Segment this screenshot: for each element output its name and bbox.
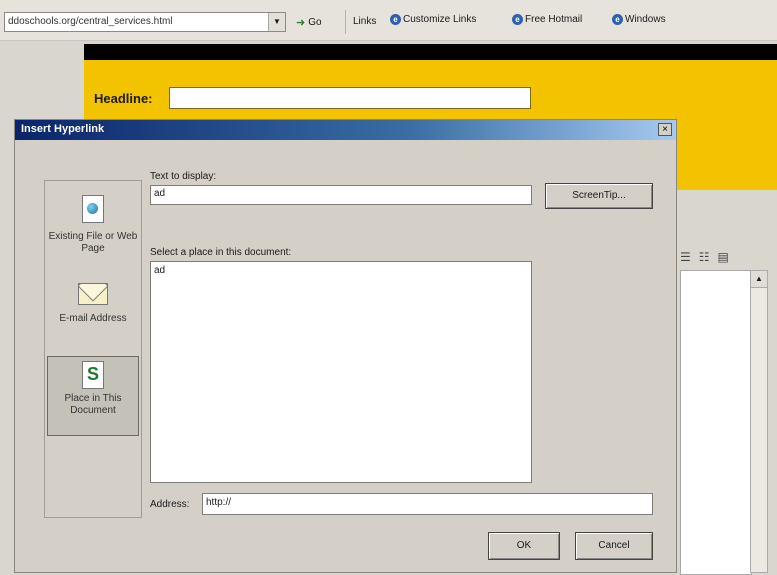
place-in-document-icon: S (82, 361, 104, 389)
numbered-list-icon[interactable]: ☰ (680, 250, 691, 264)
dialog-titlebar[interactable]: Insert Hyperlink × (15, 120, 676, 140)
address-bar[interactable]: ddoschools.org/central_services.html ▼ (4, 12, 286, 32)
cancel-button[interactable]: Cancel (575, 532, 653, 560)
link-customize-links[interactable]: e Customize Links (390, 14, 476, 25)
address-url[interactable]: ddoschools.org/central_services.html (8, 16, 173, 27)
link-to-existing-file[interactable]: Existing File or Web Page (47, 191, 139, 267)
ie-icon: e (512, 14, 523, 25)
close-icon[interactable]: × (658, 123, 672, 136)
place-list-label: Select a place in this document: (150, 247, 292, 258)
address-field-label: Address: (150, 499, 190, 510)
go-arrow-icon: ➜ (296, 16, 306, 29)
go-label: Go (308, 16, 322, 28)
editor-toolbar: ☰ ☷ ▤ (680, 246, 777, 268)
link-to-email-address[interactable]: E-mail Address (47, 279, 139, 355)
link-to-label: Place in This Document (64, 393, 122, 416)
link-label: Windows (625, 14, 666, 25)
link-label: Free Hotmail (525, 14, 583, 25)
indent-icon[interactable]: ▤ (718, 250, 729, 264)
link-to-bar: Existing File or Web Page E-mail Address… (44, 180, 142, 518)
browser-toolbar: ddoschools.org/central_services.html ▼ ➜… (0, 0, 777, 41)
link-to-place-in-document[interactable]: S Place in This Document (47, 356, 139, 436)
link-to-label: E-mail Address (59, 313, 127, 324)
address-dropdown-button[interactable]: ▼ (268, 13, 285, 31)
email-icon (78, 283, 108, 305)
bulleted-list-icon[interactable]: ☷ (699, 250, 710, 264)
scroll-up-icon[interactable]: ▲ (751, 271, 767, 288)
ok-button[interactable]: OK (488, 532, 560, 560)
dialog-title: Insert Hyperlink (21, 123, 105, 135)
link-windows[interactable]: e Windows (612, 14, 666, 25)
place-list[interactable]: ad (150, 261, 532, 483)
ie-icon: e (390, 14, 401, 25)
screentip-button[interactable]: ScreenTip... (545, 183, 653, 209)
headline-label: Headline: (94, 91, 153, 106)
web-page-icon (82, 195, 104, 223)
list-item[interactable]: ad (154, 265, 528, 276)
editor-text-area[interactable] (680, 270, 752, 575)
ie-icon: e (612, 14, 623, 25)
link-label: Customize Links (403, 14, 477, 25)
headline-input[interactable] (169, 87, 531, 109)
page-header-bar (84, 44, 777, 60)
text-to-display-input[interactable]: ad (150, 185, 532, 205)
link-free-hotmail[interactable]: e Free Hotmail (512, 14, 582, 25)
toolbar-divider (345, 10, 346, 34)
go-button[interactable]: ➜ Go (296, 14, 322, 30)
text-to-display-label: Text to display: (150, 171, 217, 182)
insert-hyperlink-dialog: Insert Hyperlink × Existing File or Web … (14, 119, 677, 573)
link-to-label: Existing File or Web Page (48, 231, 138, 254)
address-field[interactable]: http:// (202, 493, 653, 515)
links-label: Links (353, 16, 377, 27)
editor-scrollbar[interactable]: ▲ (750, 270, 768, 573)
